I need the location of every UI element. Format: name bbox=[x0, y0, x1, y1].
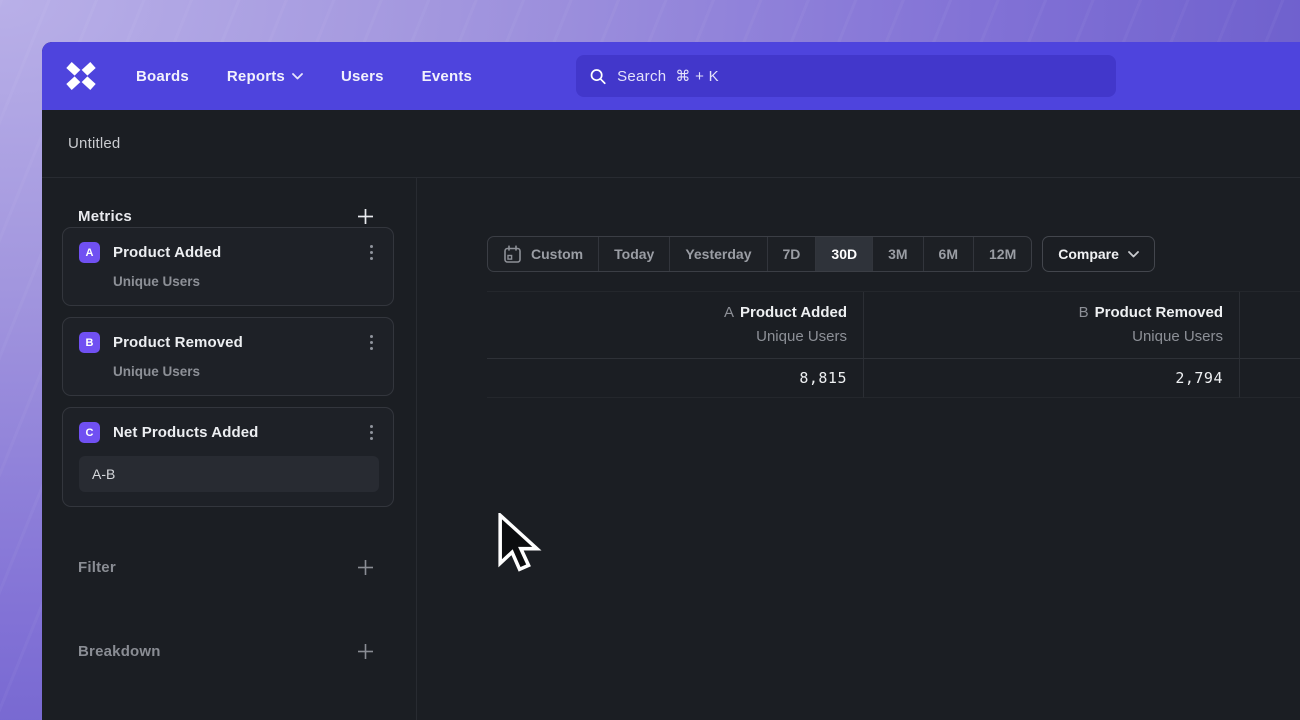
nav-item-boards[interactable]: Boards bbox=[136, 68, 189, 85]
compare-label: Compare bbox=[1058, 246, 1119, 262]
calendar-icon bbox=[503, 245, 522, 264]
column-badge: A bbox=[724, 304, 734, 321]
metric-card-a[interactable]: A Product Added Unique Users bbox=[62, 227, 394, 306]
compare-button[interactable]: Compare bbox=[1042, 236, 1155, 272]
column-header-b: B Product Removed Unique Users bbox=[864, 292, 1240, 359]
nav-item-label: Events bbox=[422, 68, 472, 85]
column-measurement: Unique Users bbox=[880, 328, 1223, 345]
nav-item-events[interactable]: Events bbox=[422, 68, 472, 85]
nav-item-label: Users bbox=[341, 68, 384, 85]
chevron-down-icon bbox=[292, 73, 303, 80]
results-panel: Custom Today Yesterday 7D 30D 3M 6M 12M … bbox=[417, 178, 1300, 720]
breakdown-section-label: Breakdown bbox=[78, 643, 161, 660]
metric-menu-button[interactable] bbox=[364, 242, 379, 263]
metric-badge: C bbox=[79, 422, 100, 443]
nav-item-reports[interactable]: Reports bbox=[227, 68, 303, 85]
nav-menu: Boards Reports Users Events bbox=[136, 68, 472, 85]
report-header: Untitled bbox=[42, 110, 1300, 178]
filter-section-label: Filter bbox=[78, 559, 116, 576]
metric-card-c[interactable]: C Net Products Added bbox=[62, 407, 394, 507]
date-range-yesterday[interactable]: Yesterday bbox=[670, 237, 767, 271]
date-range-12m[interactable]: 12M bbox=[974, 237, 1031, 271]
add-breakdown-button[interactable] bbox=[355, 641, 376, 662]
results-table: A Product Added Unique Users B Product Rem… bbox=[487, 291, 1300, 398]
column-measurement: Unique Users bbox=[503, 328, 847, 345]
column-name: Product Removed bbox=[1095, 304, 1223, 321]
plus-icon bbox=[357, 559, 374, 576]
date-range-6m[interactable]: 6M bbox=[924, 237, 974, 271]
date-range-3m[interactable]: 3M bbox=[873, 237, 923, 271]
metric-card-b[interactable]: B Product Removed Unique Users bbox=[62, 317, 394, 396]
chevron-down-icon bbox=[1128, 251, 1139, 258]
plus-icon bbox=[357, 643, 374, 660]
breakdown-section-header: Breakdown bbox=[78, 641, 376, 662]
metric-measurement[interactable]: Unique Users bbox=[113, 274, 379, 289]
date-range-7d[interactable]: 7D bbox=[768, 237, 817, 271]
metric-measurement[interactable]: Unique Users bbox=[113, 364, 379, 379]
date-range-label: Yesterday bbox=[685, 246, 751, 262]
date-range-30d[interactable]: 30D bbox=[816, 237, 873, 271]
metrics-section-label: Metrics bbox=[78, 208, 132, 225]
value-cell-a[interactable]: 8,815 bbox=[487, 359, 864, 398]
plus-icon bbox=[357, 208, 374, 225]
date-range-label: Today bbox=[614, 246, 654, 262]
formula-input[interactable] bbox=[79, 456, 379, 492]
date-range-label: 12M bbox=[989, 246, 1016, 262]
metric-name: Product Removed bbox=[113, 334, 243, 351]
date-range-label: 30D bbox=[831, 246, 857, 262]
metric-name: Net Products Added bbox=[113, 424, 258, 441]
metrics-section-header: Metrics bbox=[78, 206, 376, 227]
column-header-spacer bbox=[1240, 292, 1300, 359]
date-range-today[interactable]: Today bbox=[599, 237, 670, 271]
column-name: Product Added bbox=[740, 304, 847, 321]
column-badge: B bbox=[1079, 304, 1089, 321]
mixpanel-logo-icon[interactable] bbox=[66, 61, 96, 91]
nav-item-label: Boards bbox=[136, 68, 189, 85]
date-range-label: 3M bbox=[888, 246, 907, 262]
top-nav: Boards Reports Users Events bbox=[42, 42, 1300, 110]
add-metric-button[interactable] bbox=[355, 206, 376, 227]
date-range-segmented-control: Custom Today Yesterday 7D 30D 3M 6M 12M bbox=[487, 236, 1032, 272]
query-builder-sidebar: Metrics A Product Added Unique Users bbox=[42, 178, 417, 720]
date-range-label: 7D bbox=[783, 246, 801, 262]
value-cell-spacer bbox=[1240, 359, 1300, 398]
metric-menu-button[interactable] bbox=[364, 422, 379, 443]
metric-name: Product Added bbox=[113, 244, 221, 261]
app-window: Boards Reports Users Events Un bbox=[42, 42, 1300, 720]
date-range-label: Custom bbox=[531, 246, 583, 262]
value-cell-b[interactable]: 2,794 bbox=[864, 359, 1240, 398]
date-range-label: 6M bbox=[939, 246, 958, 262]
add-filter-button[interactable] bbox=[355, 557, 376, 578]
metric-badge: A bbox=[79, 242, 100, 263]
report-title[interactable]: Untitled bbox=[68, 135, 120, 152]
search-bar[interactable] bbox=[576, 55, 1116, 97]
filter-section-header: Filter bbox=[78, 557, 376, 578]
nav-item-users[interactable]: Users bbox=[341, 68, 384, 85]
metric-badge: B bbox=[79, 332, 100, 353]
nav-item-label: Reports bbox=[227, 68, 285, 85]
metric-menu-button[interactable] bbox=[364, 332, 379, 353]
date-range-custom[interactable]: Custom bbox=[488, 237, 599, 271]
column-header-a: A Product Added Unique Users bbox=[487, 292, 864, 359]
date-controls: Custom Today Yesterday 7D 30D 3M 6M 12M … bbox=[487, 236, 1300, 272]
search-icon bbox=[590, 68, 606, 85]
search-input[interactable] bbox=[617, 68, 1102, 85]
